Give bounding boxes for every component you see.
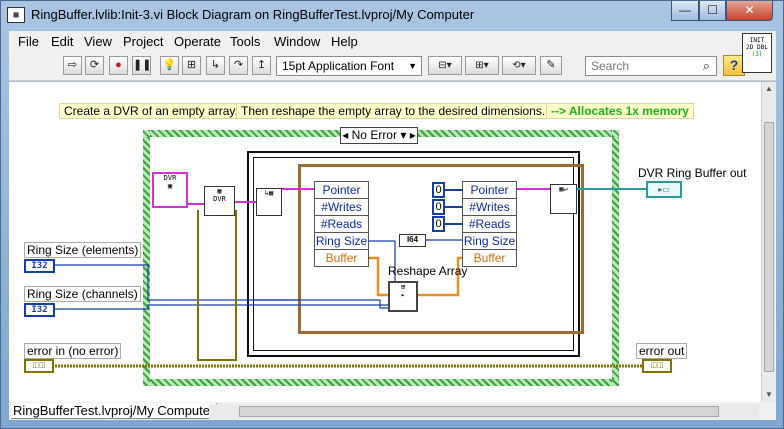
vi-icon: ▦ <box>7 7 25 23</box>
comment-note-2[interactable]: Then reshape the empty array to the desi… <box>236 103 551 119</box>
case-selector-value: No Error <box>351 128 397 142</box>
unbundle-field-ringsize[interactable]: Ring Size <box>315 233 368 250</box>
dvr-out-terminal[interactable]: ▸▭ <box>646 181 682 198</box>
connector-line-2: 2D DBL <box>746 44 768 51</box>
bundle-field-reads[interactable]: #Reads <box>463 216 516 233</box>
search-placeholder: Search <box>591 59 630 73</box>
window-title: RingBuffer.lvlib:Init-3.vi Block Diagram… <box>31 7 475 22</box>
search-icon: ⌕ <box>702 58 710 73</box>
connector-line-1: INIT <box>749 37 765 44</box>
pause-icon[interactable]: ❚❚ <box>132 56 151 75</box>
ring-size-elements-terminal[interactable]: I32 <box>24 259 55 273</box>
scroll-up-icon[interactable]: ▲ <box>762 82 776 96</box>
connector-line-3: (3) <box>751 51 763 58</box>
numeric-constant-2[interactable]: 0 <box>432 199 445 215</box>
reshape-array-node[interactable]: ⊞ ▸ <box>388 281 418 312</box>
run-arrow-icon[interactable]: ⇨ <box>63 56 82 75</box>
bundle-field-writes[interactable]: #Writes <box>463 199 516 216</box>
vertical-scrollbar[interactable]: ▲ ▼ <box>761 82 776 402</box>
abort-icon[interactable]: ● <box>109 56 128 75</box>
bundle-field-buffer[interactable]: Buffer <box>463 250 516 267</box>
comment-note-3[interactable]: --> Allocates 1x memory <box>546 103 694 119</box>
numeric-constant-1[interactable]: 0 <box>432 182 445 198</box>
case-prev-icon[interactable]: ◂ <box>342 128 348 142</box>
error-in-label: error in (no error) <box>24 343 122 359</box>
comment-note-1[interactable]: Create a DVR of an empty array. <box>59 103 243 119</box>
distribute-objects-icon[interactable]: ⊞▾ <box>465 56 499 75</box>
ring-size-channels-label: Ring Size (channels) <box>24 286 141 302</box>
reorder-icon[interactable]: ⟲▾ <box>502 56 536 75</box>
menu-bar: File Edit View Project Operate Tools Win… <box>9 31 776 52</box>
horizontal-scrollbar[interactable] <box>209 404 759 419</box>
font-dropdown[interactable]: 15pt Application Font ▼ <box>276 56 422 76</box>
title-bar[interactable]: ▦ RingBuffer.lvlib:Init-3.vi Block Diagr… <box>1 1 783 31</box>
menu-operate[interactable]: Operate <box>174 34 221 49</box>
case-dropdown-icon[interactable]: ▾ <box>400 128 406 142</box>
error-out-label: error out <box>636 343 688 359</box>
bundle-field-ringsize[interactable]: Ring Size <box>463 233 516 250</box>
highlight-execution-icon[interactable]: 💡 <box>160 56 179 75</box>
close-button[interactable]: ✕ <box>726 1 773 21</box>
reshape-array-label: Reshape Array <box>388 264 468 278</box>
minimize-button[interactable]: — <box>671 1 699 21</box>
menu-project[interactable]: Project <box>123 34 163 49</box>
unbundle-field-pointer[interactable]: Pointer <box>315 182 368 199</box>
retain-wire-values-icon[interactable]: ⊞ <box>182 56 201 75</box>
horizontal-scroll-thumb[interactable] <box>239 406 719 417</box>
step-into-icon[interactable]: ↳ <box>206 56 225 75</box>
bundle-field-pointer[interactable]: Pointer <box>463 182 516 199</box>
menu-help[interactable]: Help <box>331 34 358 49</box>
toolbar: ⇨ ⟳ ● ❚❚ 💡 ⊞ ↳ ↷ ↥ 15pt Application Font… <box>9 52 776 81</box>
unbundle-field-writes[interactable]: #Writes <box>315 199 368 216</box>
new-data-value-reference-node[interactable]: DVR ▣ <box>152 172 188 208</box>
connector-pane-icon[interactable]: INIT 2D DBL (3) <box>742 33 772 73</box>
step-out-icon[interactable]: ↥ <box>252 56 271 75</box>
menu-tools[interactable]: Tools <box>230 34 260 49</box>
case-selector[interactable]: ◂ No Error ▾ ▸ <box>340 127 418 144</box>
dvr-read-node[interactable]: ↳▦ <box>256 188 282 216</box>
menu-window[interactable]: Window <box>274 34 320 49</box>
font-dropdown-value: 15pt Application Font <box>282 59 395 73</box>
menu-view[interactable]: View <box>84 34 112 49</box>
unbundle-field-reads[interactable]: #Reads <box>315 216 368 233</box>
search-input[interactable]: Search ⌕ <box>585 56 717 76</box>
bundle-by-name-node[interactable]: Pointer #Writes #Reads Ring Size Buffer <box>462 181 517 267</box>
new-dvr-icon[interactable]: ▦ DVR <box>204 186 235 216</box>
scroll-down-icon[interactable]: ▼ <box>762 388 776 402</box>
to-i64-node[interactable]: I64 <box>399 234 426 247</box>
case-next-icon[interactable]: ▸ <box>410 128 416 142</box>
ring-size-elements-label: Ring Size (elements) <box>24 242 142 258</box>
chevron-down-icon: ▼ <box>408 61 417 71</box>
unbundle-by-name-node[interactable]: Pointer #Writes #Reads Ring Size Buffer <box>314 181 369 267</box>
menu-file[interactable]: File <box>18 34 39 49</box>
numeric-constant-3[interactable]: 0 <box>432 216 445 232</box>
vertical-scroll-thumb[interactable] <box>764 122 774 372</box>
error-out-terminal[interactable]: ◫◫ <box>642 359 672 373</box>
clean-up-diagram-icon[interactable]: ✎ <box>540 56 562 75</box>
maximize-button[interactable]: ☐ <box>699 1 726 21</box>
run-continuously-icon[interactable]: ⟳ <box>85 56 104 75</box>
menu-edit[interactable]: Edit <box>51 34 73 49</box>
unbundle-field-buffer[interactable]: Buffer <box>315 250 368 267</box>
project-context: RingBufferTest.lvproj/My Computer <box>11 403 218 419</box>
dvr-write-node[interactable]: ▦↵ <box>550 184 577 214</box>
dvr-out-label: DVR Ring Buffer out <box>636 166 749 180</box>
align-objects-icon[interactable]: ⊟▾ <box>428 56 462 75</box>
error-in-terminal[interactable]: ◫◫ <box>24 359 54 373</box>
ring-size-channels-terminal[interactable]: I32 <box>24 303 55 317</box>
step-over-icon[interactable]: ↷ <box>229 56 248 75</box>
